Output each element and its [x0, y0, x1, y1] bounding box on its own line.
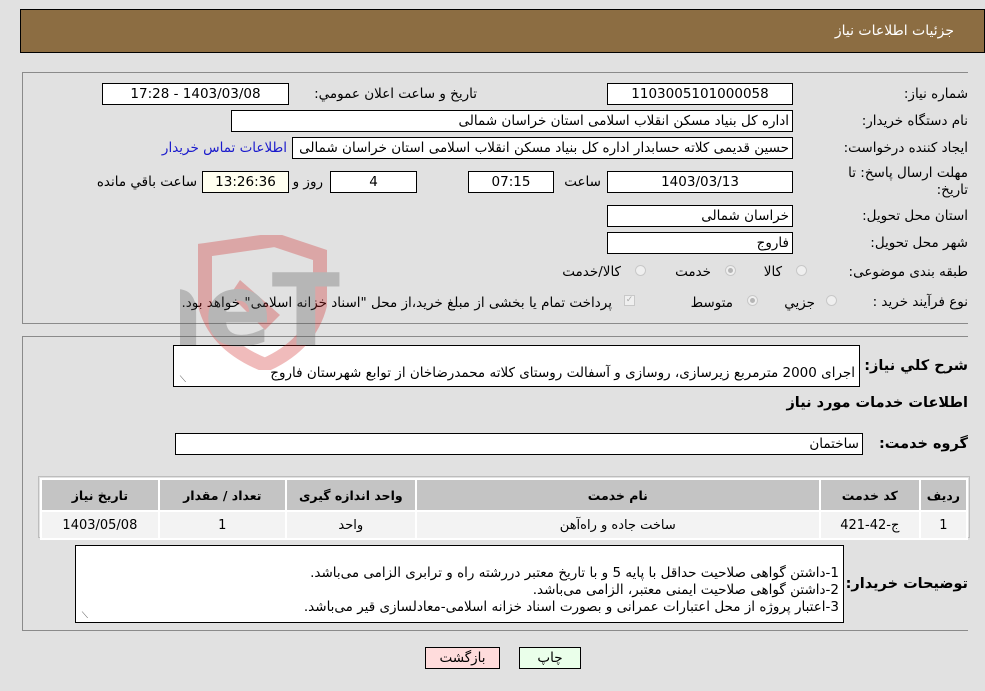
cell-row-number: 1: [918, 510, 969, 540]
category-label: طبقه بندی موضوعی:: [848, 264, 968, 280]
col-service-code: کد خدمت: [818, 478, 921, 512]
delivery-city-label: شهر محل تحویل:: [870, 235, 968, 251]
services-section-title: اطلاعات خدمات مورد نیاز: [786, 395, 968, 411]
need-number-label: شماره نیاز:: [903, 86, 968, 102]
days-label: روز و: [292, 174, 323, 190]
resize-grip-icon[interactable]: ⟋: [78, 611, 88, 621]
category-option-service: خدمت: [675, 264, 711, 280]
col-row-number: ردیف: [918, 478, 969, 512]
service-group-field[interactable]: ساختمان: [175, 433, 863, 455]
category-radio-service[interactable]: [725, 265, 736, 276]
back-button[interactable]: بازگشت: [425, 647, 500, 669]
page-header: جزئیات اطلاعات نیاز: [20, 9, 985, 53]
col-quantity: تعداد / مقدار: [157, 478, 287, 512]
buyer-notes-label: توضیحات خریدار:: [845, 576, 968, 592]
category-option-goods-service: کالا/خدمت: [562, 264, 621, 280]
table-header-row: ردیف کد خدمت نام خدمت واحد اندازه گیری ت…: [40, 478, 969, 512]
table-row: 1 ج-42-421 ساخت جاده و راه‌آهن واحد 1 14…: [40, 510, 969, 540]
announce-datetime-label: تاريخ و ساعت اعلان عمومي:: [314, 86, 477, 102]
remaining-days-field[interactable]: 4: [330, 171, 417, 193]
cell-unit: واحد: [284, 510, 417, 540]
cell-service-code: ج-42-421: [818, 510, 921, 540]
process-radio-medium[interactable]: [747, 295, 758, 306]
deadline-time-label: ساعت: [564, 174, 601, 190]
process-option-minor: جزيي: [784, 295, 815, 311]
services-table: ردیف کد خدمت نام خدمت واحد اندازه گیری ت…: [40, 478, 969, 540]
resize-grip-icon[interactable]: ⟋: [176, 375, 186, 385]
cell-need-date: 1403/05/08: [40, 510, 160, 540]
col-service-name: نام خدمت: [414, 478, 821, 512]
treasury-checkbox[interactable]: ✓: [624, 295, 635, 306]
remaining-time-field: 13:26:36: [202, 171, 289, 193]
remaining-time-label: ساعت باقي مانده: [96, 174, 197, 190]
deadline-label: مهلت ارسال پاسخ: تا تاریخ:: [848, 165, 968, 198]
description-label: شرح کلي نياز:: [864, 358, 968, 374]
category-radio-goods[interactable]: [796, 265, 807, 276]
treasury-checkbox-label: پرداخت تمام یا بخشی از مبلغ خرید،از محل …: [181, 295, 612, 311]
col-need-date: تاریخ نیاز: [40, 478, 160, 512]
service-group-label: گروه خدمت:: [878, 436, 968, 452]
category-radio-goods-service[interactable]: [635, 265, 646, 276]
requester-field[interactable]: حسین قدیمی کلاته حسابدار اداره کل بنیاد …: [292, 137, 793, 159]
deadline-date-field[interactable]: 1403/03/13: [607, 171, 793, 193]
process-radio-minor[interactable]: [826, 295, 837, 306]
delivery-city-field[interactable]: فاروج: [607, 232, 793, 254]
page-title: جزئیات اطلاعات نیاز: [834, 23, 954, 39]
announce-datetime-field[interactable]: 1403/03/08 - 17:28: [102, 83, 289, 105]
buyer-org-label: نام دستگاه خریدار:: [861, 113, 968, 129]
buyer-contact-link[interactable]: اطلاعات تماس خریدار: [162, 140, 287, 156]
print-button[interactable]: چاپ: [519, 647, 581, 669]
description-text: اجرای 2000 مترمربع زیرسازی، روسازی و آسف…: [270, 365, 855, 381]
requester-label: ایجاد کننده درخواست:: [843, 140, 968, 156]
need-number-field[interactable]: 1103005101000058: [607, 83, 793, 105]
delivery-province-label: استان محل تحویل:: [862, 208, 968, 224]
buyer-notes-text: 1-داشتن گواهی صلاحیت حداقل با پایه 5 و ب…: [303, 565, 839, 615]
delivery-province-field[interactable]: خراسان شمالی: [607, 205, 793, 227]
purchase-process-label: نوع فرآیند خرید :: [872, 294, 968, 310]
process-option-medium: متوسط: [690, 295, 733, 311]
buyer-notes-textarea[interactable]: 1-داشتن گواهی صلاحیت حداقل با پایه 5 و ب…: [75, 545, 844, 623]
description-textarea[interactable]: اجرای 2000 مترمربع زیرسازی، روسازی و آسف…: [173, 345, 860, 387]
cell-quantity: 1: [157, 510, 287, 540]
deadline-time-field[interactable]: 07:15: [468, 171, 554, 193]
buyer-org-field[interactable]: اداره کل بنیاد مسکن انقلاب اسلامی استان …: [231, 110, 793, 132]
cell-service-name: ساخت جاده و راه‌آهن: [414, 510, 821, 540]
col-unit: واحد اندازه گیری: [284, 478, 417, 512]
category-option-goods: کالا: [763, 264, 782, 280]
